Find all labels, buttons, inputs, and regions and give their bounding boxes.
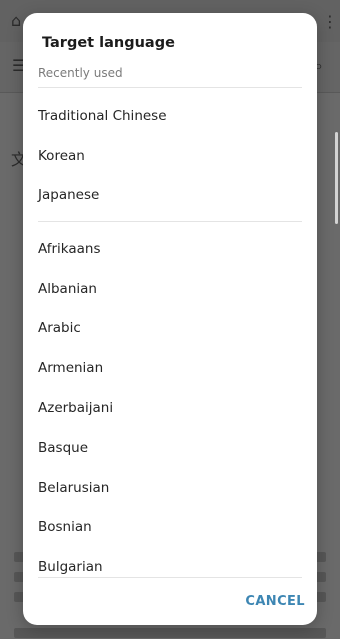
language-option[interactable]: Arabic bbox=[23, 309, 317, 349]
scroll-indicator[interactable] bbox=[335, 132, 338, 224]
all-language-list[interactable]: Afrikaans Albanian Arabic Armenian Azerb… bbox=[23, 229, 317, 587]
language-option[interactable]: Belarusian bbox=[23, 468, 317, 508]
background-text-line bbox=[14, 628, 326, 638]
language-option[interactable]: Korean bbox=[23, 136, 317, 176]
divider bbox=[38, 577, 302, 578]
language-option[interactable]: Afrikaans bbox=[23, 229, 317, 269]
language-option[interactable]: Armenian bbox=[23, 348, 317, 388]
language-option[interactable]: Azerbaijani bbox=[23, 388, 317, 428]
language-option[interactable]: Bosnian bbox=[23, 508, 317, 548]
language-option[interactable]: Traditional Chinese bbox=[23, 96, 317, 136]
cancel-button[interactable]: CANCEL bbox=[245, 594, 305, 609]
target-language-dialog: Target language Recently used Traditiona… bbox=[23, 13, 317, 625]
divider bbox=[38, 87, 302, 88]
dialog-title: Target language bbox=[42, 35, 175, 51]
recent-language-list: Traditional Chinese Korean Japanese bbox=[23, 96, 317, 215]
recently-used-label: Recently used bbox=[38, 66, 123, 80]
home-icon: ⌂ bbox=[11, 11, 22, 30]
language-option[interactable]: Japanese bbox=[23, 176, 317, 216]
language-option[interactable]: Albanian bbox=[23, 269, 317, 309]
divider bbox=[38, 221, 302, 222]
more-vert-icon: ⋮ bbox=[322, 12, 338, 31]
language-option[interactable]: Basque bbox=[23, 428, 317, 468]
language-option[interactable]: Bulgarian bbox=[23, 547, 317, 587]
